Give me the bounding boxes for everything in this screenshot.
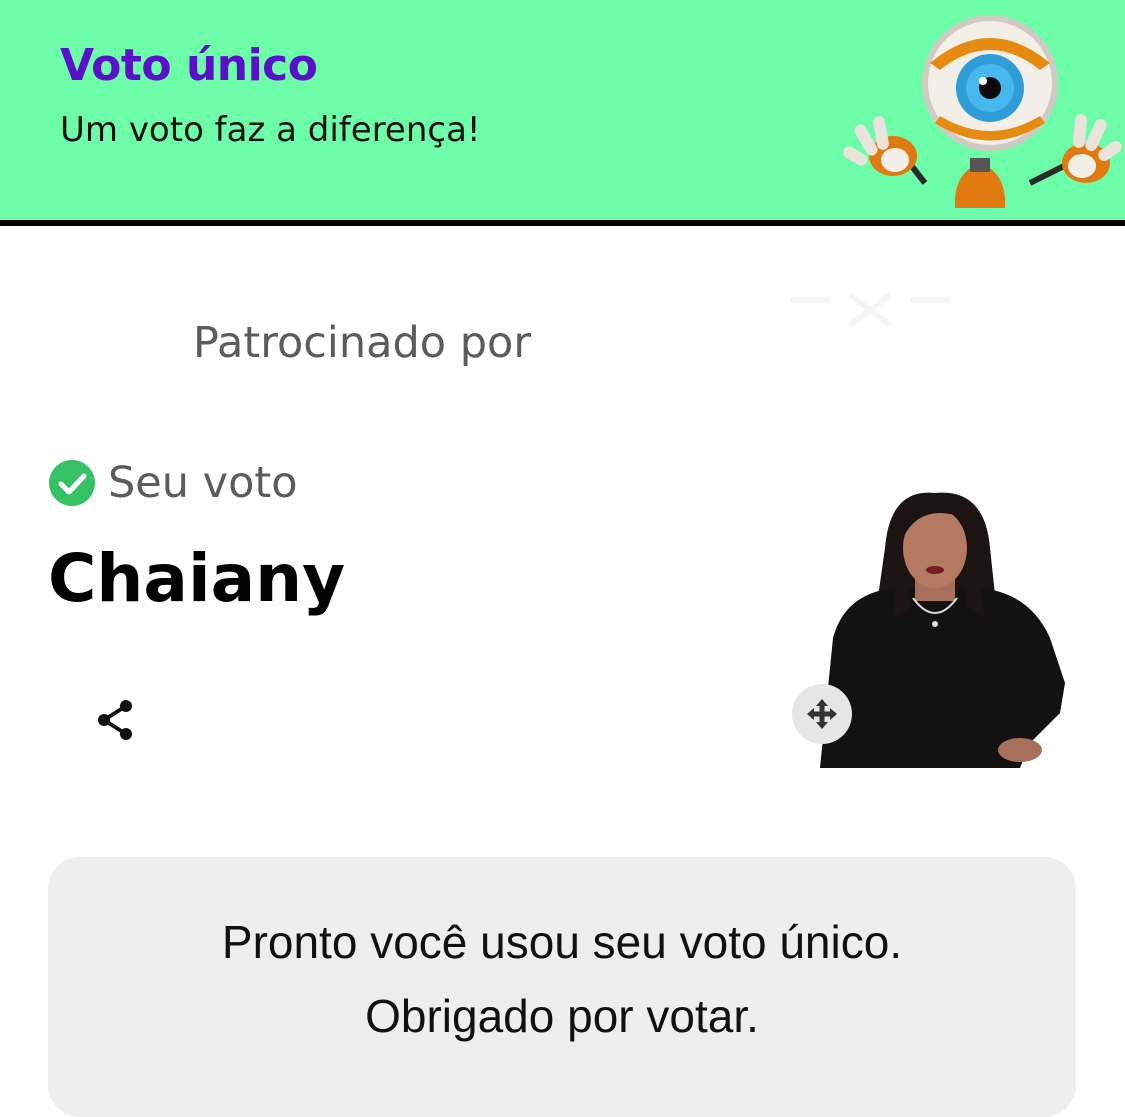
- confirmation-thanks: Obrigado por votar.: [365, 990, 759, 1042]
- move-button[interactable]: [792, 684, 852, 744]
- move-arrows-icon: [807, 699, 837, 729]
- candidate-photo: [820, 492, 1065, 768]
- header-title: Voto único: [60, 40, 318, 91]
- confirmation-message: Pronto você usou seu voto único.: [221, 916, 903, 968]
- vote-status: Seu voto: [48, 458, 298, 508]
- vote-status-label: Seu voto: [108, 458, 298, 508]
- share-icon: [98, 700, 132, 740]
- sponsor-logo-icon: [780, 280, 960, 340]
- confirmation-box: Pronto você usou seu voto único. Obrigad…: [48, 857, 1076, 1117]
- header-subtitle: Um voto faz a diferença!: [60, 110, 481, 150]
- sponsor-label: Patrocinado por: [193, 318, 531, 368]
- share-button[interactable]: [88, 690, 144, 750]
- candidate-name: Chaiany: [48, 540, 346, 617]
- header-banner: Voto único Um voto faz a diferença!: [0, 0, 1125, 226]
- big-brother-eye-robot-icon: [842, 15, 1122, 208]
- check-circle-icon: [49, 460, 95, 506]
